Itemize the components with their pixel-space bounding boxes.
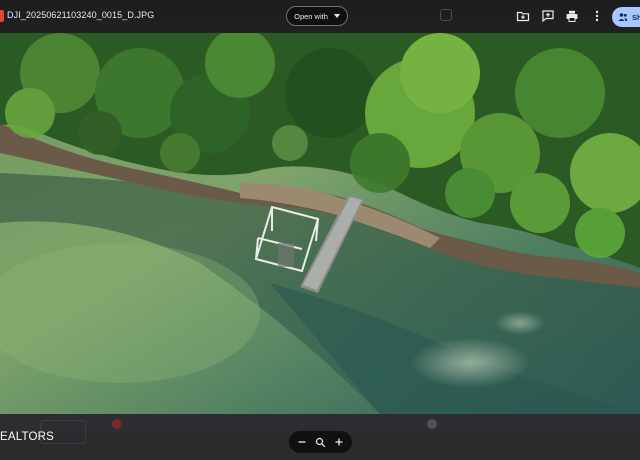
share-label: Sh <box>632 12 640 22</box>
print-icon[interactable] <box>565 9 579 23</box>
zoom-out-icon[interactable] <box>295 435 309 449</box>
viewer-topbar: DJI_20250621103240_0015_D.JPG Open with <box>0 0 640 33</box>
comment-icon[interactable] <box>541 9 555 23</box>
zoom-search-icon[interactable] <box>313 435 327 449</box>
background-settings-icon <box>440 9 452 21</box>
file-name: DJI_20250621103240_0015_D.JPG <box>7 10 155 20</box>
open-with-button[interactable]: Open with <box>286 6 348 26</box>
open-with-label: Open with <box>294 11 328 21</box>
more-vert-icon[interactable] <box>590 9 604 23</box>
overlay-text: EALTORS <box>0 431 55 443</box>
background-file-icon <box>112 419 122 429</box>
image-file-icon <box>0 10 4 22</box>
zoom-in-icon[interactable] <box>332 435 346 449</box>
people-icon <box>618 13 628 21</box>
zoom-controls <box>289 431 352 453</box>
preview-image <box>0 33 640 414</box>
add-to-drive-icon[interactable] <box>516 9 530 23</box>
dropdown-caret-icon <box>333 14 340 18</box>
share-button[interactable]: Sh <box>612 7 640 27</box>
background-avatar-icon <box>427 419 437 429</box>
